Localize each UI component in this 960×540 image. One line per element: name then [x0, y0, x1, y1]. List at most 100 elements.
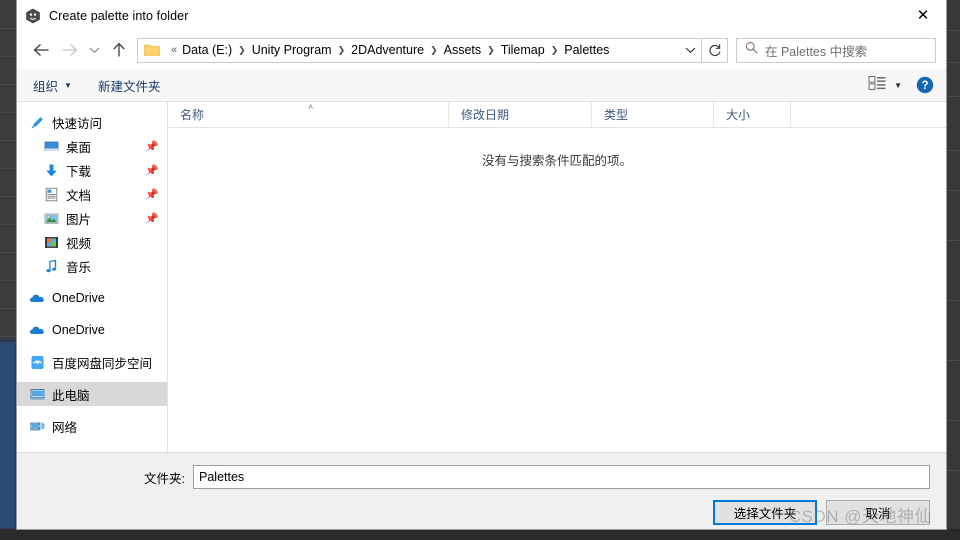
breadcrumb-chevron-icon[interactable]: ❯	[551, 45, 559, 56]
pin-icon[interactable]: 📌	[145, 212, 159, 225]
pin-icon[interactable]: 📌	[145, 188, 159, 201]
background-right-panel	[947, 0, 960, 540]
cancel-button[interactable]: 取消	[826, 500, 930, 525]
onedrive-cloud-icon	[29, 322, 45, 338]
sidebar-item-label: OneDrive	[52, 291, 105, 305]
search-input[interactable]: 在 Palettes 中搜索	[736, 37, 936, 63]
pin-icon[interactable]: 📌	[145, 140, 159, 153]
forward-button[interactable]	[55, 36, 83, 64]
breadcrumb-chevron-icon[interactable]: ❯	[487, 45, 495, 56]
star-pin-icon	[29, 114, 45, 130]
sidebar-item-label: 下载	[66, 164, 92, 179]
folder-icon	[144, 43, 160, 57]
sidebar-item-label: 百度网盘同步空间	[52, 356, 153, 371]
sidebar-item-music[interactable]: 音乐	[17, 254, 167, 278]
screen: Create palette into folder ✕ « Data (E:)…	[0, 0, 960, 540]
column-header-label: 类型	[604, 108, 629, 122]
address-chevron-down-icon[interactable]	[679, 39, 701, 62]
sidebar-item-onedrive-2[interactable]: OneDrive	[17, 318, 167, 342]
breadcrumb-chevron-icon[interactable]: ❯	[338, 45, 346, 56]
desktop-icon	[43, 138, 59, 154]
sidebar-item-onedrive-1[interactable]: OneDrive	[17, 286, 167, 310]
breadcrumb: « Data (E:) ❯ Unity Program ❯ 2DAdventur…	[166, 43, 679, 57]
folder-name-input[interactable]: Palettes	[193, 465, 930, 489]
breadcrumb-item-4[interactable]: Tilemap	[501, 43, 545, 57]
command-bar: 组织 ▼ 新建文件夹 ▼ ?	[17, 69, 946, 102]
breadcrumb-item-0[interactable]: Data (E:)	[182, 43, 232, 57]
sidebar-item-label: 网络	[52, 420, 78, 435]
sidebar-item-pictures[interactable]: 图片 📌	[17, 206, 167, 230]
sidebar-item-network[interactable]: 网络	[17, 414, 167, 438]
background-blue-strip	[0, 342, 15, 528]
file-list-pane[interactable]: 名称 ˄ 修改日期 类型 大小 没有与搜索条件匹配的项。	[168, 102, 946, 452]
dialog-footer: 文件夹: Palettes 选择文件夹 取消 CSDN @天地神仙	[17, 452, 946, 529]
breadcrumb-item-1[interactable]: Unity Program	[252, 43, 332, 57]
column-header-label: 大小	[726, 108, 751, 122]
pin-icon[interactable]: 📌	[145, 164, 159, 177]
music-icon	[43, 258, 59, 274]
chevron-down-icon: ▼	[64, 80, 72, 90]
sidebar-item-quick-access[interactable]: 快速访问	[17, 110, 167, 134]
title-bar: Create palette into folder ✕	[17, 0, 946, 31]
sidebar-item-label: 视频	[66, 236, 92, 251]
pictures-icon	[43, 210, 59, 226]
this-pc-icon	[29, 386, 45, 402]
sidebar-item-label: 音乐	[66, 260, 92, 275]
baidu-netdisk-icon	[29, 354, 45, 370]
organize-button[interactable]: 组织 ▼	[33, 76, 72, 95]
back-button[interactable]	[27, 36, 55, 64]
footer-buttons: 选择文件夹 取消	[704, 500, 930, 525]
column-headers: 名称 ˄ 修改日期 类型 大小	[168, 102, 946, 128]
column-header-type[interactable]: 类型	[592, 102, 714, 127]
sidebar-item-documents[interactable]: 文档 📌	[17, 182, 167, 206]
sidebar-item-downloads[interactable]: 下载 📌	[17, 158, 167, 182]
navigation-pane[interactable]: 快速访问 桌面 📌 下载 📌 文档 📌 图片 📌 视频 音乐 OneDrive …	[17, 102, 168, 452]
up-button[interactable]	[105, 36, 133, 64]
sidebar-item-baidu-netdisk[interactable]: 百度网盘同步空间	[17, 350, 167, 374]
refresh-icon[interactable]	[702, 37, 728, 63]
network-icon	[29, 418, 45, 434]
column-header-label: 名称	[180, 108, 205, 122]
view-chevron-down-icon[interactable]: ▼	[894, 81, 902, 90]
sidebar-item-label: 快速访问	[52, 116, 103, 131]
unity-hexagon-icon	[25, 8, 41, 24]
sidebar-item-label: 图片	[66, 212, 92, 227]
documents-icon	[43, 186, 59, 202]
new-folder-label: 新建文件夹	[97, 79, 161, 94]
help-icon[interactable]: ?	[916, 76, 934, 94]
address-bar[interactable]: « Data (E:) ❯ Unity Program ❯ 2DAdventur…	[137, 37, 702, 63]
sidebar-item-this-pc[interactable]: 此电脑	[17, 382, 167, 406]
close-icon[interactable]: ✕	[900, 0, 946, 31]
background-bottom-strip	[0, 529, 960, 540]
column-header-filler	[791, 102, 946, 127]
search-icon	[745, 41, 758, 59]
folder-name-row: 文件夹: Palettes	[17, 453, 946, 489]
column-header-date-modified[interactable]: 修改日期	[449, 102, 592, 127]
select-folder-button[interactable]: 选择文件夹	[713, 500, 817, 525]
videos-icon	[43, 234, 59, 250]
breadcrumb-item-2[interactable]: 2DAdventure	[351, 43, 424, 57]
organize-label: 组织	[33, 79, 59, 94]
breadcrumb-overflow[interactable]: «	[171, 44, 177, 56]
sidebar-item-label: OneDrive	[52, 323, 105, 337]
breadcrumb-chevron-icon[interactable]: ❯	[430, 45, 438, 56]
view-mode-icon[interactable]	[868, 75, 888, 96]
download-icon	[43, 162, 59, 178]
sidebar-item-desktop[interactable]: 桌面 📌	[17, 134, 167, 158]
column-header-size[interactable]: 大小	[714, 102, 791, 127]
breadcrumb-item-3[interactable]: Assets	[444, 43, 482, 57]
navigation-bar: « Data (E:) ❯ Unity Program ❯ 2DAdventur…	[17, 31, 946, 69]
sidebar-item-label: 此电脑	[52, 388, 90, 403]
sort-ascending-icon: ˄	[308, 102, 314, 112]
svg-text:?: ?	[921, 80, 928, 92]
breadcrumb-chevron-icon[interactable]: ❯	[238, 45, 246, 56]
folder-picker-dialog: Create palette into folder ✕ « Data (E:)…	[16, 0, 947, 530]
new-folder-button[interactable]: 新建文件夹	[98, 76, 161, 95]
recent-locations-chevron-down-icon[interactable]	[83, 36, 105, 64]
breadcrumb-item-5[interactable]: Palettes	[564, 43, 609, 57]
sidebar-item-label: 桌面	[66, 140, 92, 155]
column-header-name[interactable]: 名称 ˄	[168, 102, 449, 127]
sidebar-item-videos[interactable]: 视频	[17, 230, 167, 254]
